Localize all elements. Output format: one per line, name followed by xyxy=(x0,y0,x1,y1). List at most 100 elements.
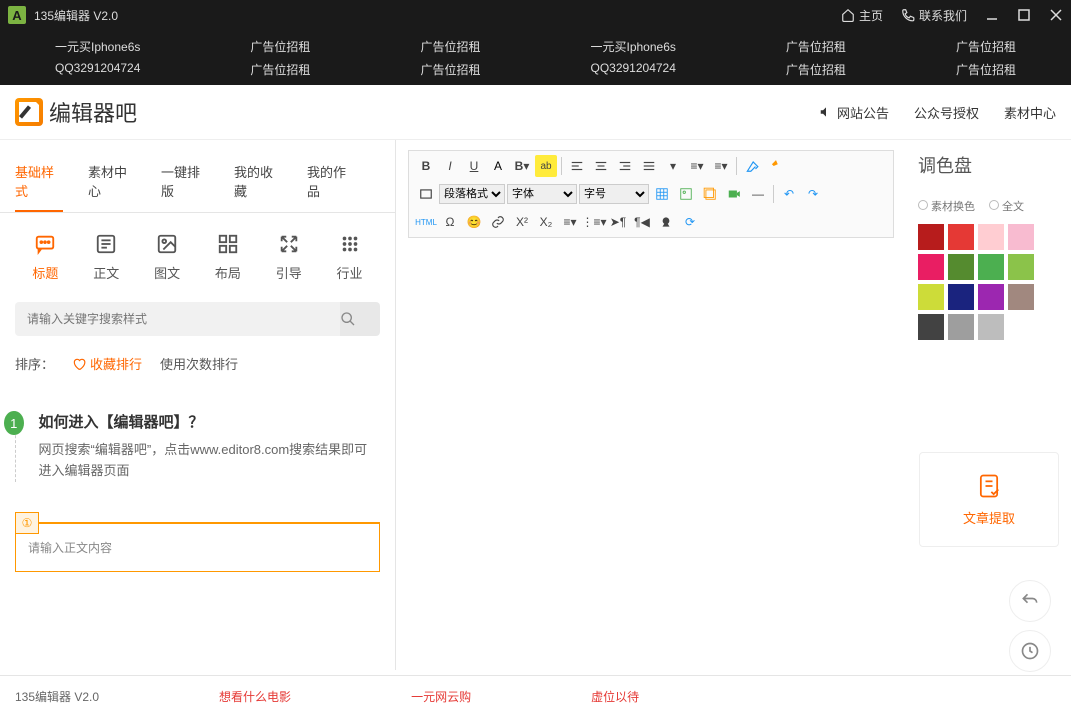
nav-announce[interactable]: 网站公告 xyxy=(819,103,889,122)
ol-button[interactable]: ≡▾ xyxy=(559,211,581,233)
ad-text[interactable]: 广告位招租 xyxy=(786,38,846,55)
color-swatch[interactable] xyxy=(1008,224,1034,250)
color-swatch[interactable] xyxy=(948,314,974,340)
image-button[interactable] xyxy=(675,183,697,205)
category-title[interactable]: 标题 xyxy=(32,233,58,282)
ad-text[interactable]: 一元买Iphone6s xyxy=(590,38,675,55)
spacing-button[interactable]: ≡▾ xyxy=(710,155,732,177)
minimize-button[interactable] xyxy=(985,8,999,22)
ad-text[interactable]: QQ3291204724 xyxy=(590,61,675,75)
ad-text[interactable]: 一元买Iphone6s xyxy=(55,38,140,55)
tab-favorites[interactable]: 我的收藏 xyxy=(234,152,282,212)
home-link[interactable]: 主页 xyxy=(841,7,883,24)
status-link-shop[interactable]: 一元网云购 xyxy=(411,688,471,705)
color-swatch[interactable] xyxy=(918,224,944,250)
multiimage-button[interactable] xyxy=(699,183,721,205)
color-swatch[interactable] xyxy=(978,254,1004,280)
color-swatch[interactable] xyxy=(948,224,974,250)
align-center-button[interactable] xyxy=(590,155,612,177)
color-swatch[interactable] xyxy=(1008,284,1034,310)
color-swatch[interactable] xyxy=(978,314,1004,340)
tab-basic-style[interactable]: 基础样式 xyxy=(15,152,63,212)
omega-button[interactable]: Ω xyxy=(439,211,461,233)
editor-area[interactable]: B I U A B▾ ab ▾ ≡▾ ≡▾ 段落格式 字体 字号 xyxy=(395,140,906,670)
sort-usage[interactable]: 使用次数排行 xyxy=(160,354,238,373)
history-redo-button[interactable] xyxy=(1009,630,1051,672)
category-body[interactable]: 正文 xyxy=(93,233,119,282)
color-swatch[interactable] xyxy=(918,284,944,310)
category-guide[interactable]: 引导 xyxy=(276,233,302,282)
category-industry[interactable]: 行业 xyxy=(337,233,363,282)
undo-button[interactable]: ↶ xyxy=(778,183,800,205)
brand[interactable]: 编辑器吧 xyxy=(15,96,137,128)
color-swatch[interactable] xyxy=(918,314,944,340)
history-undo-button[interactable] xyxy=(1009,580,1051,622)
ad-text[interactable]: 广告位招租 xyxy=(250,61,310,78)
toggle-fulltext[interactable]: 全文 xyxy=(989,198,1024,214)
align-left-button[interactable] xyxy=(566,155,588,177)
color-swatch[interactable] xyxy=(948,284,974,310)
search-input[interactable] xyxy=(15,302,340,336)
fontcolor-button[interactable]: A xyxy=(487,155,509,177)
status-link-movie[interactable]: 想看什么电影 xyxy=(219,688,291,705)
toggle-material[interactable]: 素材换色 xyxy=(918,198,975,214)
lineheight-button[interactable]: ≡▾ xyxy=(686,155,708,177)
tab-typeset[interactable]: 一键排版 xyxy=(161,152,209,212)
ltr-button[interactable]: ➤¶ xyxy=(607,211,629,233)
hr-button[interactable]: — xyxy=(747,183,769,205)
style-card[interactable]: 1 如何进入【编辑器吧】？ 网页搜索“编辑器吧”，点击www.editor8.c… xyxy=(15,411,380,482)
html-button[interactable]: HTML xyxy=(415,211,437,233)
nav-authorize[interactable]: 公众号授权 xyxy=(914,103,979,122)
table-button[interactable] xyxy=(651,183,673,205)
tab-works[interactable]: 我的作品 xyxy=(307,152,355,212)
tab-material[interactable]: 素材中心 xyxy=(88,152,136,212)
emoji-button[interactable]: 😊 xyxy=(463,211,485,233)
find-button[interactable] xyxy=(655,211,677,233)
align-right-button[interactable] xyxy=(614,155,636,177)
ad-text[interactable]: 广告位招租 xyxy=(420,38,480,55)
close-button[interactable] xyxy=(1049,8,1063,22)
bold-button[interactable]: B xyxy=(415,155,437,177)
color-swatch[interactable] xyxy=(978,224,1004,250)
ad-text[interactable]: 广告位招租 xyxy=(250,38,310,55)
eraser-button[interactable] xyxy=(741,155,763,177)
category-imagetxt[interactable]: 图文 xyxy=(154,233,180,282)
refresh-button[interactable]: ⟳ xyxy=(679,211,701,233)
redo-button[interactable]: ↷ xyxy=(802,183,824,205)
ad-text[interactable]: QQ3291204724 xyxy=(55,61,140,75)
sub-button[interactable]: X₂ xyxy=(535,211,557,233)
status-link-slot[interactable]: 虚位以待 xyxy=(591,688,639,705)
ad-text[interactable]: 广告位招租 xyxy=(786,61,846,78)
link-button[interactable] xyxy=(487,211,509,233)
font-select[interactable]: 字体 xyxy=(507,184,577,204)
color-swatch[interactable] xyxy=(1008,254,1034,280)
video-button[interactable] xyxy=(723,183,745,205)
italic-button[interactable]: I xyxy=(439,155,461,177)
size-select[interactable]: 字号 xyxy=(579,184,649,204)
category-layout[interactable]: 布局 xyxy=(215,233,241,282)
sup-button[interactable]: X² xyxy=(511,211,533,233)
text-style-card[interactable]: 请输入正文内容 xyxy=(15,522,380,572)
rtl-button[interactable]: ¶◀ xyxy=(631,211,653,233)
contact-link[interactable]: 联系我们 xyxy=(901,7,967,24)
indent-button[interactable]: ▾ xyxy=(662,155,684,177)
source-button[interactable] xyxy=(415,183,437,205)
ad-text[interactable]: 广告位招租 xyxy=(956,61,1016,78)
color-swatch[interactable] xyxy=(978,284,1004,310)
search-button[interactable] xyxy=(340,302,380,336)
maximize-button[interactable] xyxy=(1017,8,1031,22)
ad-text[interactable]: 广告位招租 xyxy=(956,38,1016,55)
nav-material[interactable]: 素材中心 xyxy=(1004,103,1056,122)
sort-favorite[interactable]: 收藏排行 xyxy=(72,354,142,373)
extract-card[interactable]: 文章提取 xyxy=(919,452,1059,547)
underline-button[interactable]: U xyxy=(463,155,485,177)
bold-dropdown[interactable]: B▾ xyxy=(511,155,533,177)
color-swatch[interactable] xyxy=(918,254,944,280)
brush-button[interactable] xyxy=(765,155,787,177)
align-justify-button[interactable] xyxy=(638,155,660,177)
highlight-button[interactable]: ab xyxy=(535,155,557,177)
format-select[interactable]: 段落格式 xyxy=(439,184,505,204)
ad-text[interactable]: 广告位招租 xyxy=(420,61,480,78)
ul-button[interactable]: ⋮≡▾ xyxy=(583,211,605,233)
color-swatch[interactable] xyxy=(948,254,974,280)
